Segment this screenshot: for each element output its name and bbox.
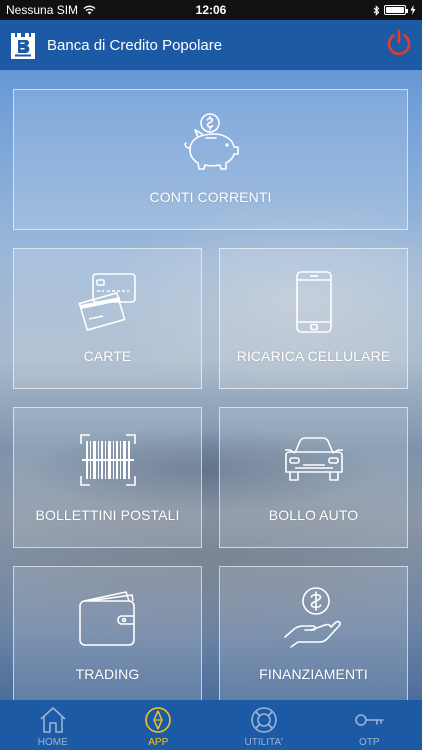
compass-icon: [145, 707, 172, 733]
wallet-icon: [78, 591, 135, 646]
bluetooth-icon: [373, 4, 380, 16]
app-title: Banca di Credito Popolare: [47, 36, 223, 54]
key-icon: [355, 714, 385, 726]
tab-home[interactable]: HOME: [0, 700, 106, 750]
tile-ricarica-cellulare[interactable]: RICARICA CELLULARE: [219, 248, 408, 389]
tile-trading[interactable]: TRADING: [13, 566, 202, 700]
status-bar: Nessuna SIM 12:06: [0, 0, 422, 20]
car-icon: [284, 437, 343, 481]
smartphone-icon: [295, 271, 332, 333]
tile-bollo-auto[interactable]: BOLLO AUTO: [219, 407, 408, 548]
service-grid: CONTI CORRENTI CARTE RICARICA CELLULARE …: [0, 70, 422, 700]
lifebuoy-icon: [250, 707, 277, 733]
app-header: Banca di Credito Popolare: [0, 20, 422, 70]
tab-label: UTILITA': [244, 737, 283, 748]
tile-label: CARTE: [83, 348, 132, 364]
bank-logo-icon: [11, 33, 35, 59]
tab-otp[interactable]: OTP: [317, 700, 422, 750]
tile-label: FINANZIAMENTI: [259, 666, 368, 682]
money-hand-icon: [283, 587, 341, 648]
tile-label: BOLLETTINI POSTALI: [35, 507, 180, 523]
tab-bar: HOME APP UTILITA' OTP: [0, 700, 422, 750]
tile-label: RICARICA CELLULARE: [236, 348, 391, 364]
wifi-icon: [83, 5, 96, 15]
tab-label: HOME: [37, 737, 68, 748]
credit-cards-icon: [78, 273, 136, 331]
tile-label: BOLLO AUTO: [268, 507, 359, 523]
barcode-icon: [79, 434, 136, 486]
tile-carte[interactable]: CARTE: [13, 248, 202, 389]
carrier-label: Nessuna SIM: [6, 3, 79, 17]
tab-label: APP: [148, 737, 169, 748]
tile-bollettini-postali[interactable]: BOLLETTINI POSTALI: [13, 407, 202, 548]
tab-utilita[interactable]: UTILITA': [211, 700, 317, 750]
tile-label: CONTI CORRENTI: [149, 189, 272, 205]
home-icon: [40, 707, 66, 733]
tile-conti-correnti[interactable]: CONTI CORRENTI: [13, 89, 408, 230]
power-icon[interactable]: [386, 29, 412, 57]
piggy-bank-icon: [183, 113, 239, 170]
battery-icon: [384, 5, 408, 15]
battery-fill: [386, 7, 404, 13]
charging-icon: [410, 5, 416, 15]
tile-finanziamenti[interactable]: FINANZIAMENTI: [219, 566, 408, 700]
tab-app[interactable]: APP: [106, 700, 212, 750]
tile-label: TRADING: [75, 666, 140, 682]
tab-label: OTP: [358, 737, 380, 748]
